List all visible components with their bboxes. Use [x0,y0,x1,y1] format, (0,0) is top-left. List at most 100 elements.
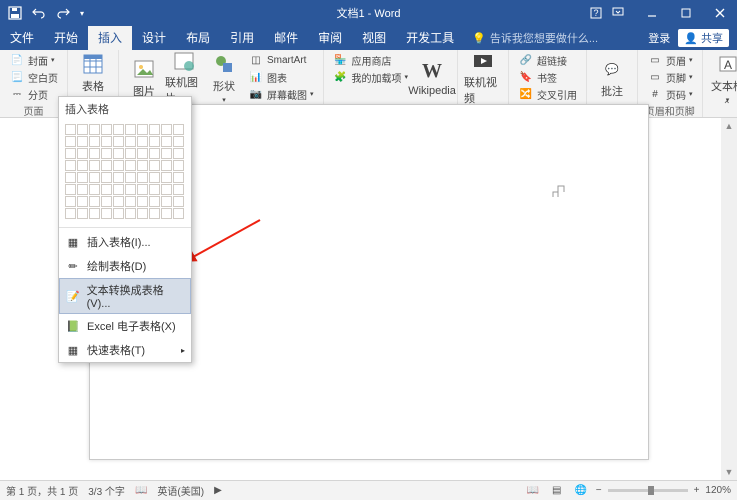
qat-customize[interactable]: ▾ [76,2,88,24]
hyperlink-button[interactable]: 🔗超链接 [515,52,580,68]
shapes-icon [212,52,236,76]
bookmark-icon: 🔖 [518,69,534,85]
tab-review[interactable]: 审阅 [308,26,352,50]
store-button[interactable]: 🏪应用商店 [330,52,412,68]
vertical-scrollbar[interactable]: ▲ ▼ [721,118,737,480]
redo-button[interactable] [52,2,74,24]
chart-icon: 📊 [248,69,264,85]
insert-table-item[interactable]: ▦插入表格(I)... [59,230,191,254]
comment-button[interactable]: 💬批注 [593,52,631,104]
hyperlink-icon: 🔗 [518,52,534,68]
maximize-button[interactable] [669,0,703,26]
header-button[interactable]: ▭页眉▾ [644,52,696,68]
collapse-ribbon-button[interactable]: ⌃ [723,100,731,111]
tab-view[interactable]: 视图 [352,26,396,50]
screenshot-button[interactable]: 📷屏幕截图▾ [245,86,317,102]
addins-icon: 🧩 [333,69,349,85]
page-break-icon: ⎓ [9,86,25,102]
group-label-headerfooter: 页眉和页脚 [644,102,696,119]
crossref-button[interactable]: 🔀交叉引用 [515,86,580,102]
page-count[interactable]: 第 1 页，共 1 页 [6,483,78,498]
tab-developer[interactable]: 开发工具 [396,26,464,50]
insert-table-icon: ▦ [65,234,81,250]
quick-tables-item[interactable]: ▦快速表格(T)▸ [59,338,191,362]
word-count[interactable]: 3/3 个字 [88,483,125,498]
smartart-icon: ◫ [248,52,264,68]
group-label-pages: 页面 [6,102,61,119]
tab-file[interactable]: 文件 [0,26,44,50]
minimize-button[interactable] [635,0,669,26]
ribbon-options-button[interactable] [601,0,635,26]
blank-page-button[interactable]: 📃空白页 [6,69,61,85]
convert-icon: 📝 [65,288,81,304]
tab-insert[interactable]: 插入 [88,26,132,50]
pagenum-icon: # [647,86,663,102]
excel-spreadsheet-item[interactable]: 📗Excel 电子表格(X) [59,314,191,338]
save-button[interactable] [4,2,26,24]
svg-text:A: A [724,58,732,72]
tab-design[interactable]: 设计 [132,26,176,50]
bookmark-button[interactable]: 🔖书签 [515,69,580,85]
video-icon [471,50,495,72]
chevron-right-icon: ▸ [181,346,185,355]
login-link[interactable]: 登录 [648,30,670,46]
zoom-level[interactable]: 120% [705,485,731,496]
footer-icon: ▭ [647,69,663,85]
svg-text:?: ? [593,8,598,18]
table-icon [81,52,105,76]
online-video-button[interactable]: 联机视频 [464,52,502,104]
online-pictures-icon [172,50,196,72]
share-button[interactable]: 👤共享 [678,29,729,47]
language[interactable]: 英语(美国) [157,483,204,498]
store-icon: 🏪 [333,52,349,68]
crossref-icon: 🔀 [518,86,534,102]
tab-references[interactable]: 引用 [220,26,264,50]
zoom-slider[interactable] [608,489,688,492]
textbox-icon: A [716,52,737,76]
share-icon: 👤 [684,32,698,45]
draw-table-icon: ✏ [65,258,81,274]
close-button[interactable] [703,0,737,26]
header-icon: ▭ [647,52,663,68]
footer-button[interactable]: ▭页脚▾ [644,69,696,85]
zoom-in-button[interactable]: + [694,485,700,496]
blank-page-icon: 📃 [9,69,25,85]
quick-tables-icon: ▦ [65,342,81,358]
shapes-button[interactable]: 形状▾ [205,52,243,104]
dropdown-header: 插入表格 [59,97,191,121]
lightbulb-icon: 💡 [472,32,486,45]
zoom-out-button[interactable]: − [596,485,602,496]
table-grid-picker[interactable] [59,121,191,225]
smartart-button[interactable]: ◫SmartArt [245,52,317,68]
draw-table-item[interactable]: ✏绘制表格(D) [59,254,191,278]
undo-button[interactable] [28,2,50,24]
excel-icon: 📗 [65,318,81,334]
table-dropdown-menu: 插入表格 ▦插入表格(I)... ✏绘制表格(D) 📝文本转换成表格(V)...… [58,96,192,363]
my-addins-button[interactable]: 🧩我的加载项▾ [330,69,412,85]
tell-me-search[interactable]: 💡 告诉我您想要做什么... [472,30,598,46]
wikipedia-button[interactable]: WWikipedia [413,52,451,104]
tab-home[interactable]: 开始 [44,26,88,50]
window-title: 文档1 - Word [337,5,401,21]
tab-mailings[interactable]: 邮件 [264,26,308,50]
wikipedia-icon: W [420,59,444,83]
scroll-down-button[interactable]: ▼ [721,464,737,480]
picture-icon [132,57,156,81]
page-break-button[interactable]: ⎓分页 [6,86,61,102]
chart-button[interactable]: 📊图表 [245,69,317,85]
textbox-button[interactable]: A文本框▾ [709,52,737,104]
cover-page-icon: 📄 [9,52,25,68]
convert-text-to-table-item[interactable]: 📝文本转换成表格(V)... [59,278,191,314]
screenshot-icon: 📷 [248,86,264,102]
web-layout-button[interactable]: 🌐 [572,484,590,498]
print-layout-button[interactable]: ▤ [548,484,566,498]
proofing-icon[interactable]: 📖 [135,485,147,496]
pagenum-button[interactable]: #页码▾ [644,86,696,102]
scroll-up-button[interactable]: ▲ [721,118,737,134]
tab-layout[interactable]: 布局 [176,26,220,50]
macro-icon[interactable]: ▶ [214,485,222,496]
comment-icon: 💬 [600,57,624,81]
read-mode-button[interactable]: 📖 [524,484,542,498]
paragraph-mark-icon [552,185,566,199]
cover-page-button[interactable]: 📄封面▾ [6,52,61,68]
